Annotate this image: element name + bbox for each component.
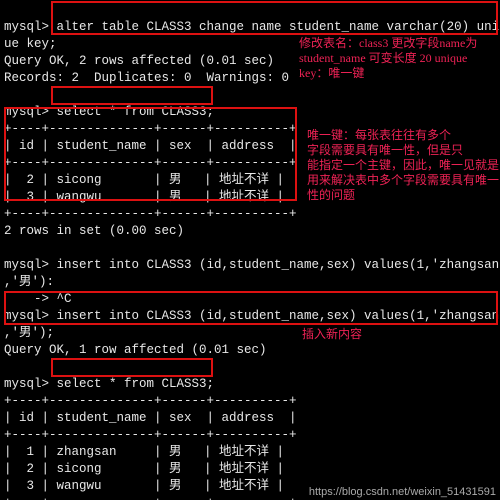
line-25: | 1 | zhangsan | 男 | 地址不详 | [4,445,284,459]
line-21: mysql> select * from CLASS3; [4,377,214,391]
line-16: -> ^C [4,292,72,306]
line-24: +----+--------------+------+----------+ [4,428,297,442]
line-26: | 2 | sicong | 男 | 地址不详 | [4,462,284,476]
line-19: Query OK, 1 row affected (0.01 sec) [4,343,267,357]
line-3: Records: 2 Duplicates: 0 Warnings: 0 [4,71,289,85]
line-1: ue key; [4,37,57,51]
line-2: Query OK, 2 rows affected (0.01 sec) [4,54,274,68]
line-0: mysql> alter table CLASS3 change name st… [4,20,500,34]
line-12: 2 rows in set (0.00 sec) [4,224,184,238]
line-18: ,'男'); [4,326,54,340]
line-8: +----+--------------+------+----------+ [4,156,297,170]
line-5: mysql> select * from CLASS3; [4,105,214,119]
line-6: +----+--------------+------+----------+ [4,122,297,136]
line-10: | 3 | wangwu | 男 | 地址不详 | [4,190,284,204]
line-14: mysql> insert into CLASS3 (id,student_na… [4,258,500,272]
terminal-output: mysql> alter table CLASS3 change name st… [0,0,500,500]
line-9: | 2 | sicong | 男 | 地址不详 | [4,173,284,187]
line-28: +----+--------------+------+----------+ [4,496,297,500]
line-27: | 3 | wangwu | 男 | 地址不详 | [4,479,284,493]
line-22: +----+--------------+------+----------+ [4,394,297,408]
line-15: ,'男'): [4,275,54,289]
line-17: mysql> insert into CLASS3 (id,student_na… [4,309,500,323]
line-11: +----+--------------+------+----------+ [4,207,297,221]
watermark: https://blog.csdn.net/weixin_51431591 [309,486,496,498]
line-7: | id | student_name | sex | address | [4,139,297,153]
line-23: | id | student_name | sex | address | [4,411,297,425]
